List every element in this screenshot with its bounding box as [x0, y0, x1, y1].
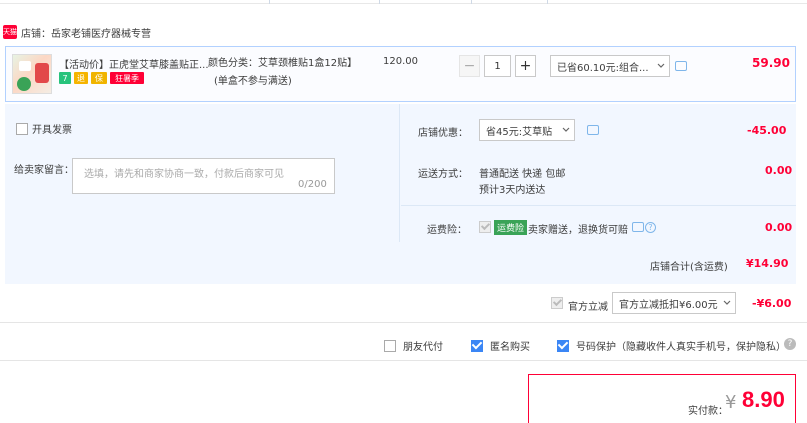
insurance-tag: 运费险 — [494, 220, 528, 235]
message-placeholder: 选填，请先和商家协商一致，付款后商家可见 — [84, 169, 284, 180]
promo-select[interactable]: 已省60.10元:组合... — [550, 55, 670, 77]
unit-price: 120.00 — [383, 56, 418, 67]
return-shipping-icon[interactable]: 退 — [74, 72, 88, 84]
shipping-eta: 预计3天内送达 — [479, 185, 546, 196]
tmall-icon: 天猫 — [3, 25, 17, 39]
anonymous-checkbox[interactable] — [471, 339, 483, 352]
invoice-label: 开具发票 — [32, 125, 72, 136]
shop-name[interactable]: 店铺：岳家老铺医疗器械专营 — [21, 25, 151, 40]
official-discount-checkbox — [551, 297, 563, 309]
top-border — [0, 0, 807, 4]
sku-info: 颜色分类：艾草颈椎贴1盒12贴】 — [208, 58, 358, 69]
shipping-label: 运送方式： — [418, 169, 468, 180]
help-icon[interactable]: ? — [645, 222, 656, 233]
message-icon[interactable] — [675, 61, 687, 71]
message-label: 给卖家留言： — [14, 165, 74, 176]
shipping-fee: 0.00 — [765, 164, 793, 177]
help-icon[interactable]: ? — [784, 338, 796, 350]
sku-note: (单盒不参与满送) — [214, 76, 292, 87]
shop-discount-value: 省45元:艾草贴 — [486, 126, 553, 138]
seven-day-return-icon[interactable]: 7 — [59, 72, 71, 84]
service-badges: 7 退 保 狂暑季 — [59, 72, 144, 84]
friend-pay-label: 朋友代付 — [403, 342, 443, 353]
invoice-checkbox[interactable] — [16, 122, 28, 135]
shipping-method: 普通配送 快递 包邮 — [479, 169, 566, 180]
shop-total-label: 店铺合计(含运费) — [650, 262, 728, 273]
shop-discount-label: 店铺优惠： — [418, 128, 468, 139]
number-protect-option[interactable]: 号码保护（隐藏收件人真实手机号，保护隐私） — [557, 338, 786, 353]
shop-total-amount: ¥14.90 — [746, 257, 789, 270]
promo-select-value: 已省60.10元:组合... — [557, 62, 649, 74]
product-thumbnail[interactable] — [12, 54, 52, 94]
chevron-down-icon — [657, 63, 665, 68]
friend-pay-checkbox[interactable] — [384, 339, 396, 352]
currency-symbol: ¥ — [725, 392, 737, 413]
divider — [0, 360, 807, 361]
chevron-down-icon — [723, 300, 731, 305]
number-protect-checkbox[interactable] — [557, 339, 569, 352]
shop-header: 天猫 店铺：岳家老铺医疗器械专营 — [0, 22, 151, 42]
summer-sale-badge: 狂暑季 — [110, 72, 144, 84]
shop-discount-amount: -45.00 — [747, 124, 787, 137]
insurance-checkbox — [479, 221, 491, 233]
official-discount-value: 官方立减抵扣¥6.00元 — [619, 299, 718, 311]
insurance-fee: 0.00 — [765, 221, 793, 234]
chevron-down-icon — [562, 127, 570, 132]
item-subtotal: 59.90 — [752, 56, 790, 70]
divider — [401, 205, 796, 206]
pay-label: 实付款： — [688, 406, 728, 417]
warranty-icon[interactable]: 保 — [91, 72, 107, 84]
anonymous-label: 匿名购买 — [490, 342, 530, 353]
number-protect-label: 号码保护（隐藏收件人真实手机号，保护隐私） — [576, 342, 786, 353]
decrease-button[interactable]: − — [459, 55, 480, 77]
pay-amount: 8.90 — [742, 387, 785, 412]
quantity-input[interactable]: 1 — [484, 55, 511, 77]
product-title[interactable]: 【活动价】正虎堂艾草膝盖贴正... — [59, 56, 209, 71]
official-discount-select[interactable]: 官方立减抵扣¥6.00元 — [612, 292, 736, 314]
message-icon[interactable] — [587, 125, 599, 135]
anonymous-option[interactable]: 匿名购买 — [471, 338, 530, 353]
insurance-text: 卖家赠送，退换货可赔 — [528, 225, 628, 236]
insurance-label: 运费险： — [427, 225, 467, 236]
shop-discount-select[interactable]: 省45元:艾草贴 — [479, 119, 575, 141]
increase-button[interactable]: + — [515, 55, 536, 77]
official-discount-label: 官方立减 — [568, 302, 608, 313]
quantity-stepper: − 1 + — [459, 55, 536, 77]
official-discount-amount: -¥6.00 — [752, 297, 792, 310]
divider — [0, 322, 807, 323]
message-icon[interactable] — [632, 222, 644, 232]
invoice-option[interactable]: 开具发票 — [16, 121, 72, 136]
friend-pay-option[interactable]: 朋友代付 — [384, 338, 443, 353]
message-counter: 0/200 — [298, 179, 327, 190]
